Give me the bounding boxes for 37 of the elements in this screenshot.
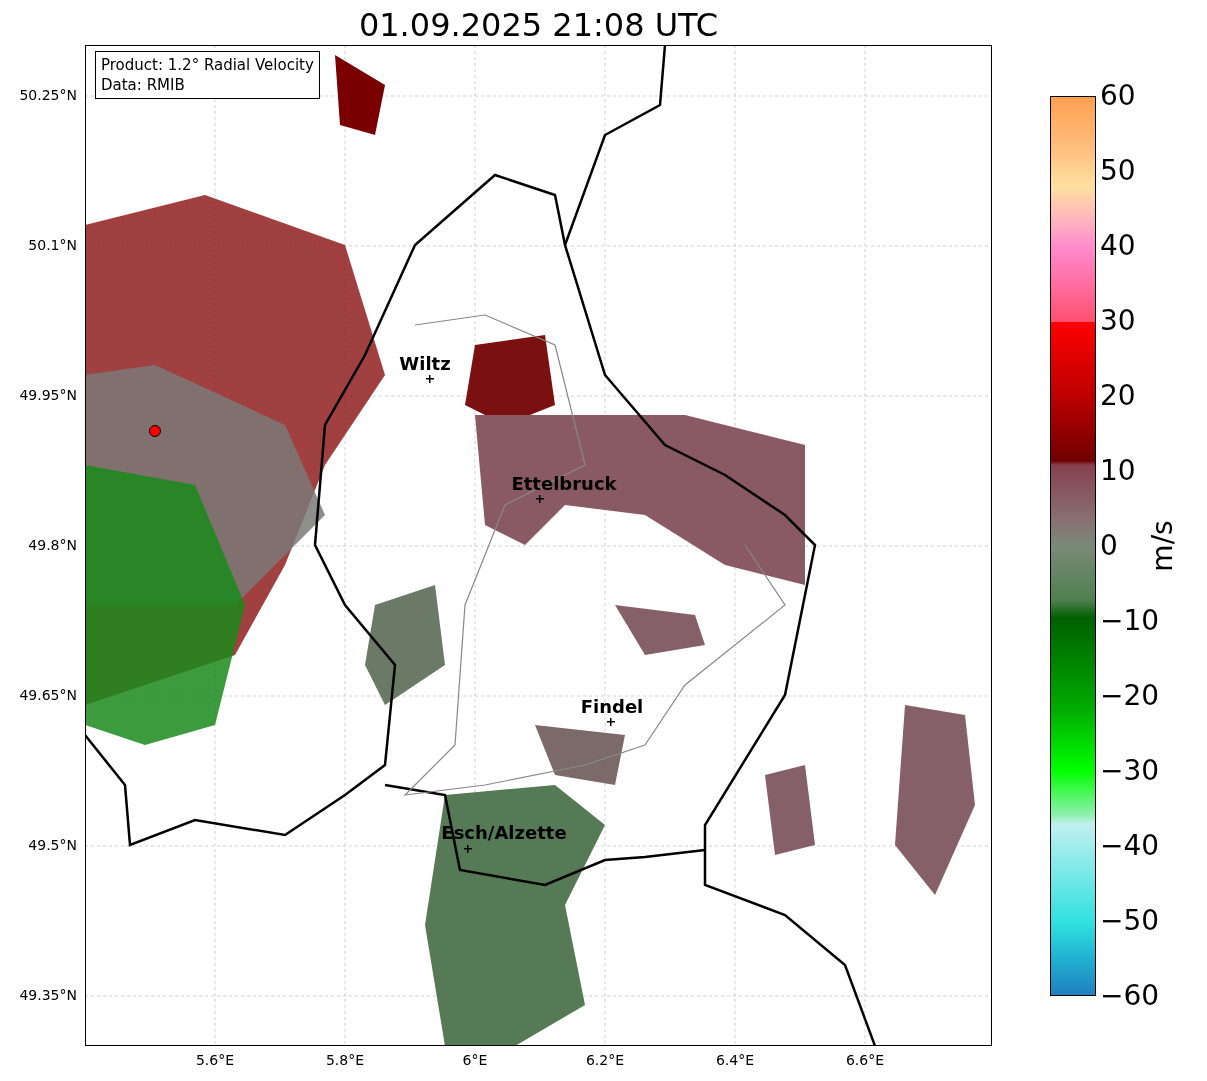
colorbar-tick-label: −60 (1100, 980, 1160, 1012)
colorbar-tick-label: −20 (1100, 680, 1160, 712)
colorbar-tick-label: 30 (1100, 305, 1136, 337)
colorbar-label: m/s (1145, 520, 1179, 572)
latitude-label: 50.25°N (19, 87, 77, 103)
longitude-label: 6.4°E (714, 1052, 756, 1068)
latitude-label: 49.35°N (19, 987, 77, 1003)
city-marker-icon (607, 718, 615, 726)
colorbar-tick-label: −30 (1100, 755, 1160, 787)
city-label: Findel (580, 695, 644, 717)
colorbar-tick-label: −50 (1100, 905, 1160, 937)
latitude-label: 49.5°N (28, 837, 77, 853)
longitude-label: 6.6°E (844, 1052, 886, 1068)
colorbar-tick-label: 0 (1100, 530, 1118, 562)
longitude-label: 5.8°E (324, 1052, 366, 1068)
latitude-label: 49.65°N (19, 687, 77, 703)
city-marker-icon (426, 375, 434, 383)
info-text: Product: 1.2° Radial Velocity (101, 55, 314, 75)
city-label: Wiltz (399, 352, 451, 374)
colorbar-tick-label: 10 (1100, 455, 1136, 487)
longitude-label: 6.2°E (584, 1052, 626, 1068)
longitude-label: 5.6°E (194, 1052, 236, 1068)
city-marker-icon (536, 495, 544, 503)
latitude-label: 50.1°N (28, 237, 77, 253)
info-text: Data: RMIB (101, 75, 186, 95)
chart-title: 01.09.2025 21:08 UTC (358, 5, 719, 45)
colorbar-tick-label: 50 (1100, 155, 1136, 187)
latitude-label: 49.95°N (19, 387, 77, 403)
city-marker-icon (464, 845, 472, 853)
latitude-label: 49.8°N (28, 537, 77, 553)
colorbar-tick-label: 60 (1100, 80, 1136, 112)
longitude-label: 6°E (461, 1052, 489, 1068)
colorbar-tick-label: −10 (1100, 605, 1160, 637)
city-label: Ettelbruck (511, 472, 617, 494)
colorbar-tick-label: −40 (1100, 830, 1160, 862)
colorbar-tick-label: 40 (1100, 230, 1136, 262)
colorbar-tick-label: 20 (1100, 380, 1136, 412)
